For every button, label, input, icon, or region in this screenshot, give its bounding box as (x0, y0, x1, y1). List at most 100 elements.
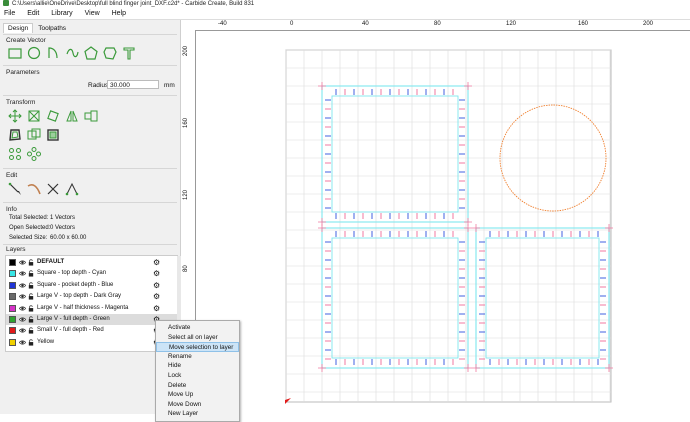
polygon-icon[interactable] (84, 46, 98, 60)
offset-icon[interactable] (8, 128, 22, 142)
open-selected-row: Open Selected: 0 Vectors (9, 225, 75, 231)
join-icon[interactable] (65, 182, 79, 196)
context-menu-item[interactable]: Move Up (156, 390, 239, 400)
align-icon[interactable] (84, 109, 98, 123)
menu-edit[interactable]: Edit (27, 9, 39, 19)
eye-icon[interactable] (19, 270, 26, 277)
lock-icon[interactable] (28, 327, 34, 334)
rectangle-icon[interactable] (8, 46, 22, 60)
menu-bar: File Edit Library View Help (0, 9, 690, 20)
create-vector-title: Create Vector (6, 37, 46, 44)
cut-icon[interactable] (46, 182, 60, 196)
context-menu-item[interactable]: Rename (156, 352, 239, 362)
radius-input[interactable]: 30.000 (107, 80, 159, 89)
layer-color-swatch[interactable] (9, 327, 16, 335)
layer-row[interactable]: Square - top depth - Cyan ⚙ (6, 268, 177, 279)
menu-help[interactable]: Help (112, 9, 126, 19)
create-vector-tools (8, 46, 136, 62)
text-icon[interactable] (122, 46, 136, 60)
context-menu-item[interactable]: Select all on layer (156, 333, 239, 343)
layer-color-swatch[interactable] (9, 304, 16, 312)
weld-icon[interactable] (27, 128, 41, 142)
context-menu-item[interactable]: New Layer (156, 409, 239, 419)
gear-icon[interactable]: ⚙ (153, 258, 160, 267)
transform-title: Transform (6, 99, 36, 106)
ruler-tick-label: 80 (183, 265, 189, 272)
node-edit-icon[interactable] (8, 182, 22, 196)
gear-icon[interactable]: ⚙ (153, 281, 160, 290)
context-menu-item[interactable]: Hide (156, 361, 239, 371)
layer-row[interactable]: Square - pocket depth - Blue ⚙ (6, 280, 177, 291)
total-selected-label: Total Selected: (9, 215, 49, 221)
mirror-icon[interactable] (65, 109, 79, 123)
eye-icon[interactable] (19, 259, 26, 266)
gear-icon[interactable]: ⚙ (153, 292, 160, 301)
layer-row[interactable]: DEFAULT ⚙ (6, 257, 177, 268)
menu-library[interactable]: Library (51, 9, 72, 19)
gear-icon[interactable]: ⚙ (153, 269, 160, 278)
circle-icon[interactable] (27, 46, 41, 60)
lock-icon[interactable] (28, 305, 34, 312)
move-icon[interactable] (8, 109, 22, 123)
divider (3, 168, 177, 169)
ruler-tick-label: 160 (578, 21, 589, 27)
lock-icon[interactable] (28, 270, 34, 277)
scale-icon[interactable] (27, 109, 41, 123)
layer-color-swatch[interactable] (9, 281, 16, 289)
custom-shape-icon[interactable] (103, 46, 117, 60)
eye-icon[interactable] (19, 316, 26, 323)
context-menu-item[interactable]: Activate (156, 323, 239, 333)
horizontal-ruler: -40 0 40 80 120 160 200 (181, 20, 690, 31)
polyline-icon[interactable] (65, 46, 79, 60)
tab-design[interactable]: Design (3, 23, 34, 33)
lock-icon[interactable] (28, 339, 34, 346)
curve-edit-icon[interactable] (27, 182, 41, 196)
open-selected-label: Open Selected: (9, 225, 51, 231)
linear-array-icon[interactable] (8, 147, 22, 161)
layer-color-swatch[interactable] (9, 259, 16, 266)
layer-row[interactable]: Yellow⚙ (6, 337, 177, 348)
layer-row[interactable]: Large V - half thickness - Magenta ⚙ (6, 303, 177, 314)
layer-color-swatch[interactable] (9, 270, 16, 278)
layer-row[interactable]: Large V - full depth - Green⚙ (6, 314, 177, 325)
layer-color-swatch[interactable] (9, 293, 16, 301)
layer-name: Large V - top depth - Dark Gray (37, 293, 122, 300)
total-selected-row: Total Selected: 1 Vectors (9, 215, 75, 221)
lock-icon[interactable] (28, 293, 34, 300)
lock-icon[interactable] (28, 316, 34, 323)
radius-label: Radius (88, 82, 109, 89)
menu-file[interactable]: File (4, 9, 15, 19)
layer-name: Square - pocket depth - Blue (37, 281, 114, 288)
design-canvas[interactable]: -40 0 40 80 120 160 200 200 160 120 80 40 0 (181, 20, 690, 416)
eye-icon[interactable] (19, 293, 26, 300)
curve-icon[interactable] (46, 46, 60, 60)
layer-name: Yellow (37, 338, 55, 345)
circular-array-icon[interactable] (27, 147, 41, 161)
layer-color-swatch[interactable] (9, 338, 16, 346)
layer-row[interactable]: Small V - full depth - Red⚙ (6, 325, 177, 336)
context-menu-item[interactable]: Move selection to layer (156, 342, 239, 352)
lock-icon[interactable] (28, 259, 34, 266)
layer-color-swatch[interactable] (9, 316, 16, 323)
canvas-drawing[interactable] (181, 20, 690, 414)
eye-icon[interactable] (19, 282, 26, 289)
tab-toolpaths[interactable]: Toolpaths (34, 24, 70, 33)
context-menu-item[interactable]: Lock (156, 371, 239, 381)
menu-view[interactable]: View (85, 9, 100, 19)
context-menu-item[interactable]: Delete (156, 381, 239, 391)
divider (3, 244, 177, 245)
boolean-icon[interactable] (46, 128, 60, 142)
eye-icon[interactable] (19, 339, 26, 346)
layer-name: Square - top depth - Cyan (37, 270, 107, 277)
context-menu-item[interactable]: Move Down (156, 400, 239, 410)
layer-name: Large V - full depth - Green (37, 316, 110, 322)
edit-title: Edit (6, 172, 18, 179)
layer-row[interactable]: Large V - top depth - Dark Gray ⚙ (6, 291, 177, 302)
gear-icon[interactable]: ⚙ (153, 304, 160, 313)
ruler-tick-label: -40 (218, 21, 227, 27)
eye-icon[interactable] (19, 327, 26, 334)
rotate-icon[interactable] (46, 109, 60, 123)
eye-icon[interactable] (19, 305, 26, 312)
selected-size-row: Selected Size: 60.00 x 60.00 (9, 235, 86, 241)
lock-icon[interactable] (28, 282, 34, 289)
